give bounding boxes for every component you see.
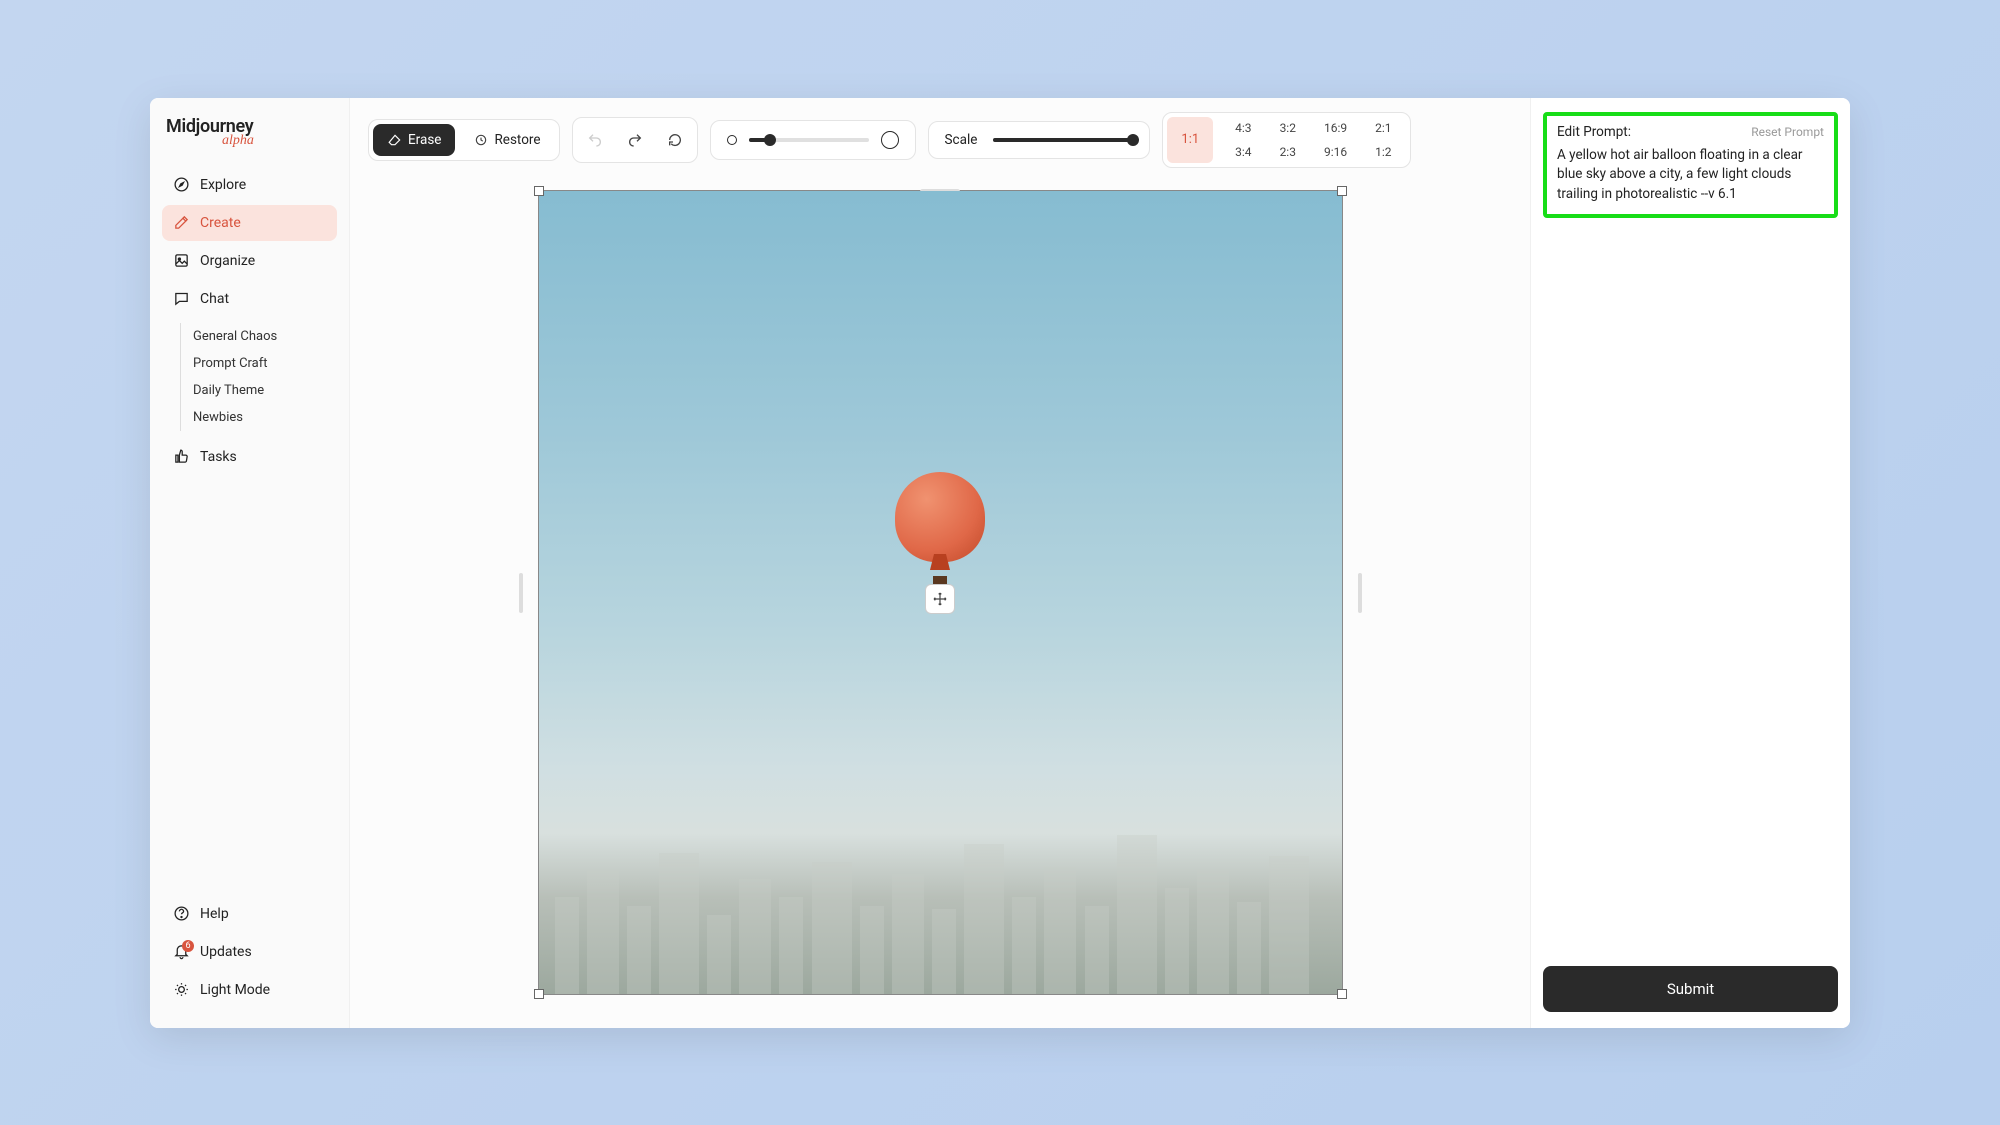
sidebar-item-chat[interactable]: Chat xyxy=(162,281,337,317)
move-handle[interactable] xyxy=(925,584,955,614)
sidebar-item-organize[interactable]: Organize xyxy=(162,243,337,279)
prompt-text[interactable]: A yellow hot air balloon floating in a c… xyxy=(1557,146,1824,205)
canvas-area xyxy=(350,178,1530,1028)
sun-icon xyxy=(172,981,190,999)
canvas-frame[interactable] xyxy=(538,190,1343,995)
prompt-box: Edit Prompt: Reset Prompt A yellow hot a… xyxy=(1543,112,1838,219)
restore-label: Restore xyxy=(494,132,540,148)
app-window: Midjourney alpha Explore Create Organize xyxy=(150,98,1850,1028)
side-handle-left[interactable] xyxy=(519,573,523,613)
bell-icon: 6 xyxy=(172,943,190,961)
sidebar-label: Tasks xyxy=(200,449,237,465)
brush-size-group xyxy=(710,120,916,160)
ratio-2-1[interactable]: 2:1 xyxy=(1361,117,1405,139)
help-icon xyxy=(172,905,190,923)
sidebar-item-explore[interactable]: Explore xyxy=(162,167,337,203)
resize-handle-tl[interactable] xyxy=(534,186,544,196)
image-icon xyxy=(172,252,190,270)
thumbs-up-icon xyxy=(172,448,190,466)
aspect-ratio-group: 1:1 4:3 3:2 16:9 2:1 3:4 2:3 9:16 1:2 xyxy=(1162,112,1410,168)
scale-label: Scale xyxy=(945,132,978,148)
reset-prompt-button[interactable]: Reset Prompt xyxy=(1751,125,1824,139)
ratio-3-4[interactable]: 3:4 xyxy=(1221,141,1265,163)
sidebar-label: Light Mode xyxy=(200,982,270,998)
sidebar-item-help[interactable]: Help xyxy=(162,896,337,932)
chat-sublist: General Chaos Prompt Craft Daily Theme N… xyxy=(180,323,337,431)
sidebar-item-create[interactable]: Create xyxy=(162,205,337,241)
side-handle-right[interactable] xyxy=(1358,573,1362,613)
restore-icon xyxy=(473,132,488,147)
chat-room-daily-theme[interactable]: Daily Theme xyxy=(193,377,337,404)
ratio-3-2[interactable]: 3:2 xyxy=(1266,117,1310,139)
brush-icon xyxy=(172,214,190,232)
undo-button[interactable] xyxy=(577,122,613,158)
resize-handle-bl[interactable] xyxy=(534,989,544,999)
resize-handle-tr[interactable] xyxy=(1337,186,1347,196)
redo-button[interactable] xyxy=(617,122,653,158)
brush-size-slider[interactable] xyxy=(749,138,869,142)
sidebar-label: Chat xyxy=(200,291,229,307)
brush-min-icon xyxy=(727,135,737,145)
prompt-title: Edit Prompt: xyxy=(1557,124,1631,140)
ratio-16-9[interactable]: 16:9 xyxy=(1310,117,1361,139)
sidebar-label: Updates xyxy=(200,944,252,960)
reset-button[interactable] xyxy=(657,122,693,158)
sidebar-label: Create xyxy=(200,215,241,231)
updates-badge: 6 xyxy=(182,940,194,952)
sidebar-label: Explore xyxy=(200,177,246,193)
scale-slider[interactable] xyxy=(993,138,1133,142)
sidebar: Midjourney alpha Explore Create Organize xyxy=(150,98,350,1028)
right-panel: Edit Prompt: Reset Prompt A yellow hot a… xyxy=(1530,98,1850,1028)
chat-icon xyxy=(172,290,190,308)
erase-restore-group: Erase Restore xyxy=(368,119,560,161)
logo-sub: alpha xyxy=(222,133,337,149)
sidebar-item-updates[interactable]: 6 Updates xyxy=(162,934,337,970)
city-graphic xyxy=(539,817,1342,994)
chat-room-newbies[interactable]: Newbies xyxy=(193,404,337,431)
sidebar-label: Organize xyxy=(200,253,255,269)
erase-label: Erase xyxy=(408,132,441,148)
erase-button[interactable]: Erase xyxy=(373,124,455,156)
logo: Midjourney alpha xyxy=(162,116,337,149)
chat-room-general[interactable]: General Chaos xyxy=(193,323,337,350)
ratio-2-3[interactable]: 2:3 xyxy=(1266,141,1310,163)
toolbar: Erase Restore xyxy=(350,98,1530,178)
scale-group: Scale xyxy=(928,121,1151,159)
aspect-ratio-grid: 4:3 3:2 16:9 2:1 3:4 2:3 9:16 1:2 xyxy=(1221,117,1405,163)
ratio-1-2[interactable]: 1:2 xyxy=(1361,141,1405,163)
submit-button[interactable]: Submit xyxy=(1543,966,1838,1012)
aspect-ratio-current[interactable]: 1:1 xyxy=(1167,117,1213,163)
main-area: Erase Restore xyxy=(350,98,1530,1028)
history-group xyxy=(572,117,698,163)
compass-icon xyxy=(172,176,190,194)
sidebar-item-light-mode[interactable]: Light Mode xyxy=(162,972,337,1008)
restore-button[interactable]: Restore xyxy=(459,124,554,156)
ratio-4-3[interactable]: 4:3 xyxy=(1221,117,1265,139)
erase-icon xyxy=(387,132,402,147)
chat-room-prompt-craft[interactable]: Prompt Craft xyxy=(193,350,337,377)
brush-max-icon xyxy=(881,131,899,149)
sidebar-label: Help xyxy=(200,906,229,922)
sidebar-item-tasks[interactable]: Tasks xyxy=(162,439,337,475)
ratio-9-16[interactable]: 9:16 xyxy=(1310,141,1361,163)
balloon-graphic xyxy=(895,472,985,582)
resize-handle-br[interactable] xyxy=(1337,989,1347,999)
